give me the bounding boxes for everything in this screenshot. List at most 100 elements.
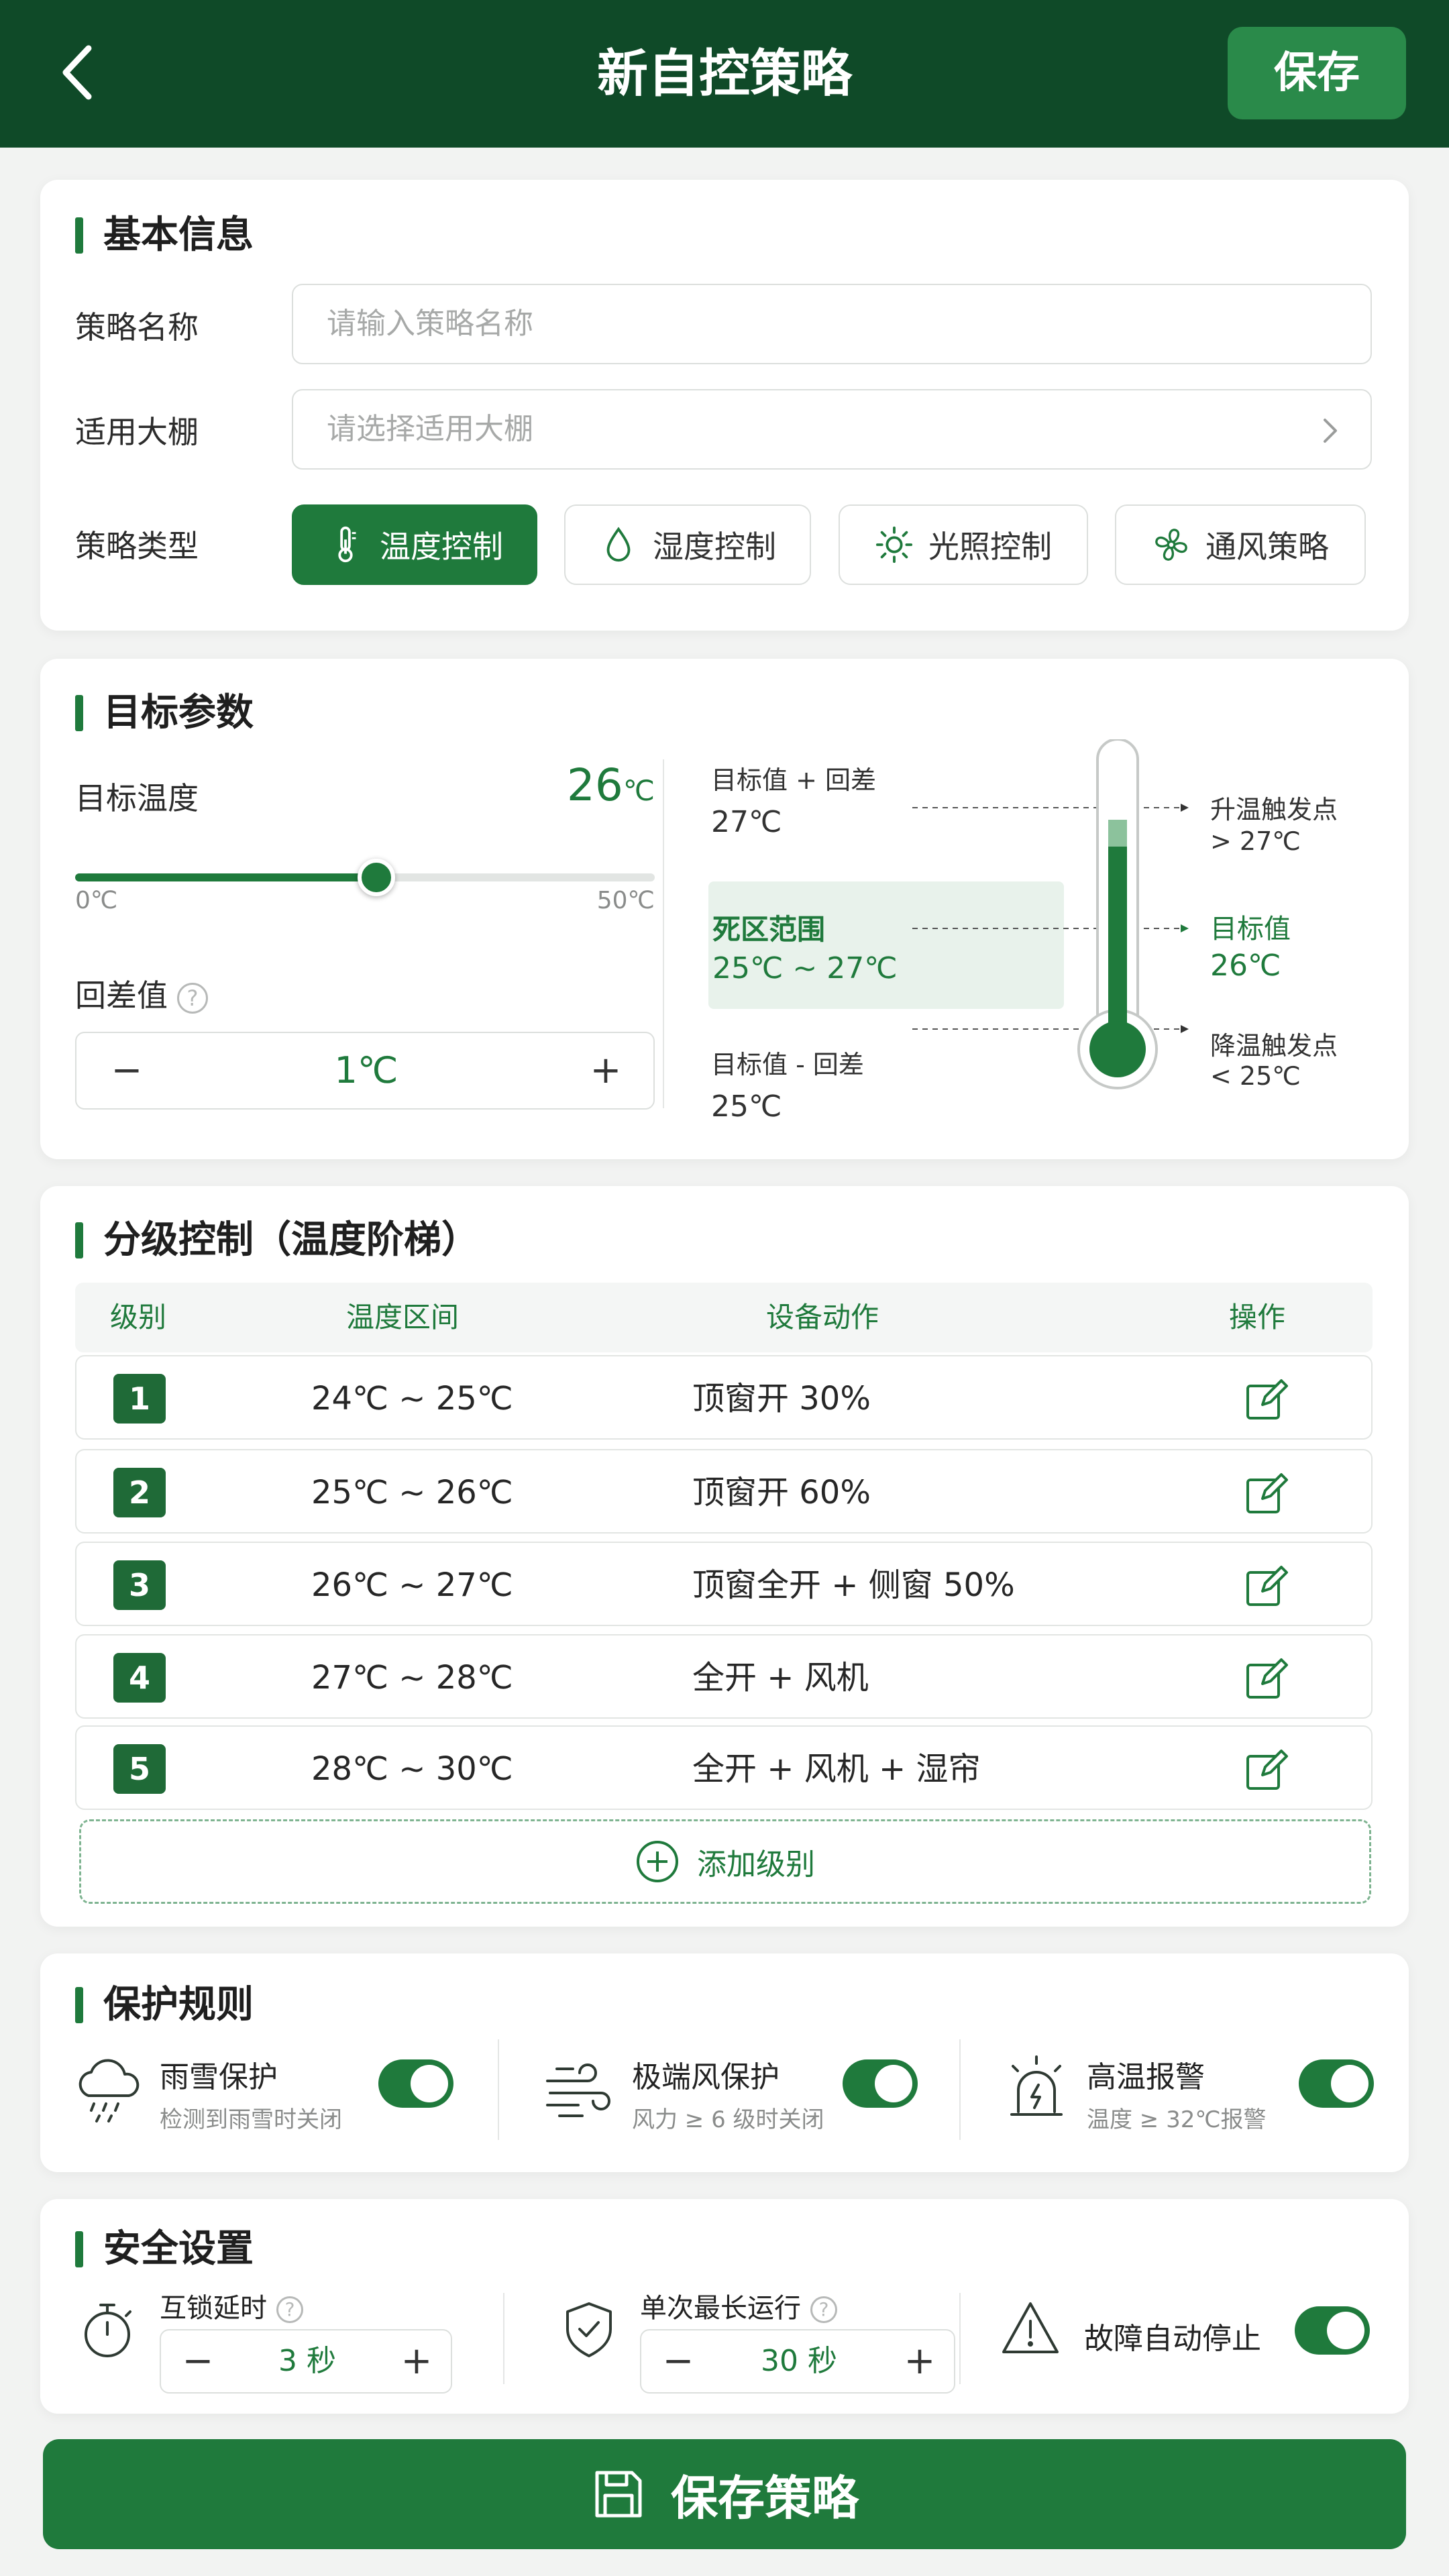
- edit-icon[interactable]: [1242, 1562, 1291, 1610]
- level-badge: 2: [113, 1468, 166, 1517]
- type-ventilation-button[interactable]: 通风策略: [1115, 504, 1366, 585]
- column-header: 操作: [1229, 1301, 1286, 1334]
- hysteresis-label: 回差值?: [75, 971, 208, 1016]
- device-action: 顶窗开 30%: [692, 1380, 871, 1417]
- divider: [959, 2293, 961, 2384]
- lower-bound-label: 目标值 - 回差: [711, 1050, 864, 1079]
- dead-zone-label: 死区范围: [712, 913, 826, 946]
- help-icon[interactable]: ?: [810, 2296, 837, 2323]
- table-row: 4 27℃ ~ 28℃ 全开 + 风机: [75, 1634, 1373, 1719]
- section-title: 目标参数: [75, 690, 254, 737]
- minus-button[interactable]: −: [648, 2330, 708, 2392]
- slider-min-label: 0℃: [75, 887, 118, 914]
- sun-icon: [875, 526, 913, 564]
- max-run-label-text: 单次最长运行: [640, 2293, 801, 2324]
- high-temp-alarm-toggle[interactable]: [1299, 2059, 1374, 2108]
- protection-card: 保护规则 雨雪保护 检测到雨雪时关闭 极端风保护 风力 ≥ 6 级时关闭 高温报…: [40, 1953, 1409, 2172]
- app-header: 新自控策略 保存: [0, 0, 1449, 148]
- hysteresis-value: 1℃: [334, 1049, 398, 1091]
- column-header: 级别: [110, 1301, 167, 1334]
- add-level-label: 添加级别: [697, 1847, 815, 1882]
- type-temperature-button[interactable]: 温度控制: [292, 504, 537, 585]
- slider-fill: [75, 873, 376, 881]
- basic-info-card: 基本信息 策略名称 请输入策略名称 适用大棚 请选择适用大棚 策略类型 温度控制…: [40, 180, 1409, 631]
- extreme-wind-toggle[interactable]: [843, 2059, 918, 2108]
- strategy-name-label: 策略名称: [75, 309, 199, 345]
- greenhouse-placeholder: 请选择适用大棚: [327, 412, 533, 446]
- chevron-right-icon: [1324, 419, 1337, 443]
- rule-desc: 检测到雨雪时关闭: [160, 2106, 342, 2133]
- edit-icon[interactable]: [1242, 1654, 1291, 1703]
- wind-icon: [546, 2063, 610, 2117]
- section-title: 安全设置: [75, 2226, 254, 2273]
- stopwatch-icon: [85, 2304, 131, 2357]
- table-row: 2 25℃ ~ 26℃ 顶窗开 60%: [75, 1449, 1373, 1534]
- add-level-button[interactable]: 添加级别: [79, 1819, 1371, 1904]
- thermometer-diagram: [912, 739, 1189, 1089]
- rule-desc: 温度 ≥ 32℃报警: [1087, 2106, 1267, 2133]
- plus-button[interactable]: +: [386, 2330, 447, 2392]
- strategy-name-input[interactable]: 请输入策略名称: [292, 284, 1372, 364]
- device-action: 全开 + 风机: [692, 1659, 869, 1697]
- type-light-button[interactable]: 光照控制: [839, 504, 1088, 585]
- target-params-card: 目标参数 目标温度 26℃ 0℃ 50℃ 回差值? − 1℃ + 目标值 + 回…: [40, 659, 1409, 1159]
- fault-auto-stop-toggle[interactable]: [1295, 2306, 1370, 2355]
- dead-zone-value: 25℃ ~ 27℃: [712, 951, 898, 985]
- minus-button[interactable]: −: [168, 2330, 228, 2392]
- temp-range: 28℃ ~ 30℃: [311, 1750, 513, 1788]
- save-button[interactable]: 保存: [1228, 27, 1406, 119]
- type-label: 光照控制: [928, 529, 1052, 565]
- column-header: 温度区间: [346, 1301, 460, 1334]
- type-label: 湿度控制: [653, 529, 776, 565]
- type-label: 温度控制: [380, 529, 503, 565]
- edit-icon[interactable]: [1242, 1469, 1291, 1517]
- table-row: 1 24℃ ~ 25℃ 顶窗开 30%: [75, 1355, 1373, 1440]
- section-title: 基本信息: [75, 212, 254, 259]
- type-humidity-button[interactable]: 湿度控制: [564, 504, 811, 585]
- edit-icon[interactable]: [1242, 1375, 1291, 1424]
- target-marker-value: 26℃: [1210, 949, 1281, 983]
- section-title: 保护规则: [75, 1982, 254, 2029]
- greenhouse-select[interactable]: 请选择适用大棚: [292, 389, 1372, 470]
- table-row: 3 26℃ ~ 27℃ 顶窗全开 + 侧窗 50%: [75, 1542, 1373, 1626]
- max-run-stepper: − 30 秒 +: [640, 2329, 955, 2394]
- divider: [503, 2293, 504, 2384]
- rain-snow-toggle[interactable]: [378, 2059, 453, 2108]
- greenhouse-label: 适用大棚: [75, 414, 199, 450]
- plus-button[interactable]: +: [890, 2330, 950, 2392]
- help-icon[interactable]: ?: [276, 2296, 303, 2323]
- level-badge: 5: [113, 1744, 166, 1794]
- floppy-disk-icon: [595, 2471, 642, 2518]
- fan-icon: [1155, 529, 1187, 561]
- cool-trigger-value: < 25℃: [1210, 1061, 1301, 1091]
- max-run-value: 30 秒: [761, 2344, 837, 2378]
- target-temp-label: 目标温度: [75, 780, 199, 816]
- back-button[interactable]: [47, 39, 114, 106]
- help-icon[interactable]: ?: [177, 982, 208, 1014]
- strategy-type-label: 策略类型: [75, 528, 199, 564]
- type-label: 通风策略: [1205, 529, 1329, 565]
- save-strategy-button[interactable]: 保存策略: [43, 2439, 1406, 2549]
- safety-card: 安全设置 互锁延时? − 3 秒 + 单次最长运行? − 30 秒 + 故障自动…: [40, 2199, 1409, 2414]
- heat-trigger-value: > 27℃: [1210, 826, 1301, 856]
- table-row: 5 28℃ ~ 30℃ 全开 + 风机 + 湿帘: [75, 1725, 1373, 1810]
- temp-range: 26℃ ~ 27℃: [311, 1566, 513, 1604]
- table-header: 级别 温度区间 设备动作 操作: [75, 1283, 1373, 1352]
- temp-range: 25℃ ~ 26℃: [311, 1474, 513, 1511]
- slider-handle[interactable]: [358, 859, 395, 896]
- divider: [498, 2039, 499, 2140]
- level-badge: 4: [113, 1653, 166, 1703]
- divider: [663, 759, 664, 1108]
- fault-stop-label: 故障自动停止: [1084, 2322, 1261, 2356]
- minus-button[interactable]: −: [97, 1033, 157, 1108]
- cool-trigger-label: 降温触发点: [1210, 1031, 1338, 1061]
- upper-bound-label: 目标值 + 回差: [711, 765, 876, 795]
- target-temp-number: 26: [566, 759, 623, 811]
- plus-button[interactable]: +: [576, 1033, 636, 1108]
- rule-title: 雨雪保护: [160, 2060, 278, 2094]
- rain-cloud-icon: [78, 2059, 140, 2123]
- temp-range: 27℃ ~ 28℃: [311, 1659, 513, 1697]
- edit-icon[interactable]: [1242, 1746, 1291, 1794]
- target-marker-label: 目标值: [1210, 914, 1291, 945]
- graded-control-card: 分级控制（温度阶梯） 级别 温度区间 设备动作 操作 1 24℃ ~ 25℃ 顶…: [40, 1186, 1409, 1927]
